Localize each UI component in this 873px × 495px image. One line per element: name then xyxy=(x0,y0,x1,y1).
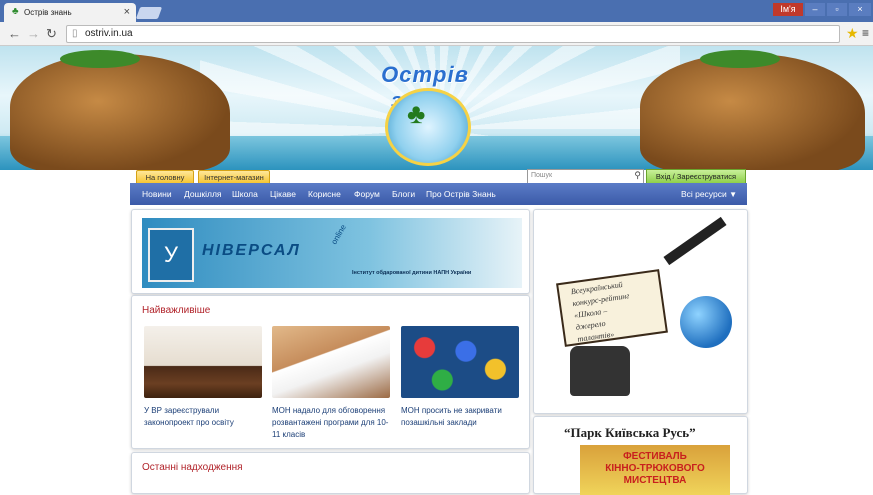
school-talents-ad[interactable]: Всеукраїнський конкурс-рейтинг «Школа – … xyxy=(540,216,737,402)
bookmark-star-icon[interactable]: ★ xyxy=(846,25,859,42)
important-title: Найважливіше xyxy=(142,305,211,316)
microscope-base-icon xyxy=(570,346,630,396)
user-profile-button[interactable]: Ім'я xyxy=(773,3,803,16)
ad-text: Всеукраїнський конкурс-рейтинг «Школа – … xyxy=(570,278,635,345)
news-caption[interactable]: МОН надало для обговорення розвантажені … xyxy=(272,405,390,441)
logo-emblem xyxy=(385,88,471,166)
festival-line: ФЕСТИВАЛЬ xyxy=(623,451,687,462)
palm-leaves-left xyxy=(60,50,140,68)
ad-line: «Школа – xyxy=(573,306,608,320)
universal-name: НІВЕРСАЛ xyxy=(202,242,301,259)
universal-subtitle: Інститут обдарованої дитини НАПН України xyxy=(352,270,472,276)
login-register-button[interactable]: Вхід / Зареєструватися xyxy=(646,169,746,184)
maximize-button[interactable]: ▫ xyxy=(827,3,847,16)
festival-line: КІННО-ТРЮКОВОГО xyxy=(605,463,705,474)
palm-tree-icon: ♣ xyxy=(407,98,426,129)
important-news-box: Найважливіше У ВР зареєстрували законопр… xyxy=(131,295,530,449)
menu-item-blogs[interactable]: Блоги xyxy=(392,189,415,199)
site-header-banner: Острів знань ♣ xyxy=(0,46,873,170)
news-caption[interactable]: МОН просить не закривати позашкільні зак… xyxy=(401,405,519,429)
browser-toolbar: ← → ↻ ▯ ostriv.in.ua ★ ≡ xyxy=(0,22,873,46)
back-arrow-icon[interactable]: ← xyxy=(8,26,21,41)
right-island-rock xyxy=(640,54,865,170)
ad-line: талантів» xyxy=(576,329,615,344)
news-item[interactable]: МОН надало для обговорення розвантажені … xyxy=(272,326,390,441)
menu-icon[interactable]: ≡ xyxy=(862,26,869,40)
universal-online-label: online xyxy=(329,223,348,246)
palm-favicon-icon: ♣ xyxy=(12,6,19,17)
left-island-rock xyxy=(10,54,230,170)
window-controls: Ім'я – ▫ × xyxy=(773,3,871,17)
news-item[interactable]: МОН просить не закривати позашкільні зак… xyxy=(401,326,519,429)
ad-line: джерело xyxy=(575,318,607,332)
new-tab-button[interactable] xyxy=(135,7,163,19)
url-text: ostriv.in.ua xyxy=(85,28,133,39)
park-ad-title[interactable]: “Парк Київська Русь” xyxy=(564,425,696,441)
students-image[interactable] xyxy=(272,326,390,398)
chevron-down-icon: ▼ xyxy=(729,190,737,199)
gavel-image[interactable] xyxy=(144,326,262,398)
forward-arrow-icon[interactable]: → xyxy=(27,26,40,41)
menu-item-interesting[interactable]: Цікаве xyxy=(270,189,296,199)
paints-image[interactable] xyxy=(401,326,519,398)
palm-leaves-right xyxy=(700,50,780,68)
menu-item-forum[interactable]: Форум xyxy=(354,189,380,199)
main-menu: Новини Дошкілля Школа Цікаве Корисне Фор… xyxy=(130,183,747,205)
universal-banner[interactable]: У НІВЕРСАЛ online Інститут обдарованої д… xyxy=(142,218,522,288)
search-input[interactable]: Пошук ⚲ xyxy=(527,169,644,184)
all-resources-label: Всі ресурси xyxy=(680,189,727,199)
festival-line: МИСТЕЦТВА xyxy=(623,475,687,486)
browser-tab[interactable]: ♣ Острів знань × xyxy=(4,3,136,22)
microscope-icon xyxy=(663,216,727,266)
minimize-button[interactable]: – xyxy=(805,3,825,16)
close-tab-icon[interactable]: × xyxy=(124,6,130,18)
reload-icon[interactable]: ↻ xyxy=(46,26,57,42)
site-logo[interactable]: Острів знань ♣ xyxy=(345,62,505,166)
festival-ad[interactable]: ФЕСТИВАЛЬ КІННО-ТРЮКОВОГО МИСТЕЦТВА xyxy=(580,445,730,495)
latest-box: Останні надходження xyxy=(131,452,530,494)
park-ad-box: “Парк Київська Русь” ФЕСТИВАЛЬ КІННО-ТРЮ… xyxy=(533,416,748,495)
tab-title: Острів знань xyxy=(24,8,72,17)
address-bar[interactable]: ▯ ostriv.in.ua xyxy=(66,25,840,43)
menu-item-school[interactable]: Школа xyxy=(232,189,258,199)
news-item[interactable]: У ВР зареєстрували законопроект про осві… xyxy=(144,326,262,429)
menu-item-useful[interactable]: Корисне xyxy=(308,189,341,199)
search-placeholder: Пошук xyxy=(531,172,553,179)
tab-strip: ♣ Острів знань × Ім'я – ▫ × xyxy=(0,0,873,22)
page-icon: ▯ xyxy=(72,28,78,39)
universal-logo-icon: У xyxy=(148,228,194,282)
menu-item-preschool[interactable]: Дошкілля xyxy=(184,189,222,199)
close-window-button[interactable]: × xyxy=(849,3,871,16)
news-caption[interactable]: У ВР зареєстрували законопроект про осві… xyxy=(144,405,262,429)
menu-item-news[interactable]: Новини xyxy=(142,189,172,199)
all-resources-dropdown[interactable]: Всі ресурси ▼ xyxy=(681,189,737,199)
latest-title: Останні надходження xyxy=(142,462,243,473)
globe-icon xyxy=(680,296,732,348)
menu-item-about[interactable]: Про Острів Знань xyxy=(426,189,496,199)
search-icon[interactable]: ⚲ xyxy=(634,170,641,181)
side-ad-box: Всеукраїнський конкурс-рейтинг «Школа – … xyxy=(533,209,748,414)
universal-banner-box: У НІВЕРСАЛ online Інститут обдарованої д… xyxy=(131,209,530,294)
